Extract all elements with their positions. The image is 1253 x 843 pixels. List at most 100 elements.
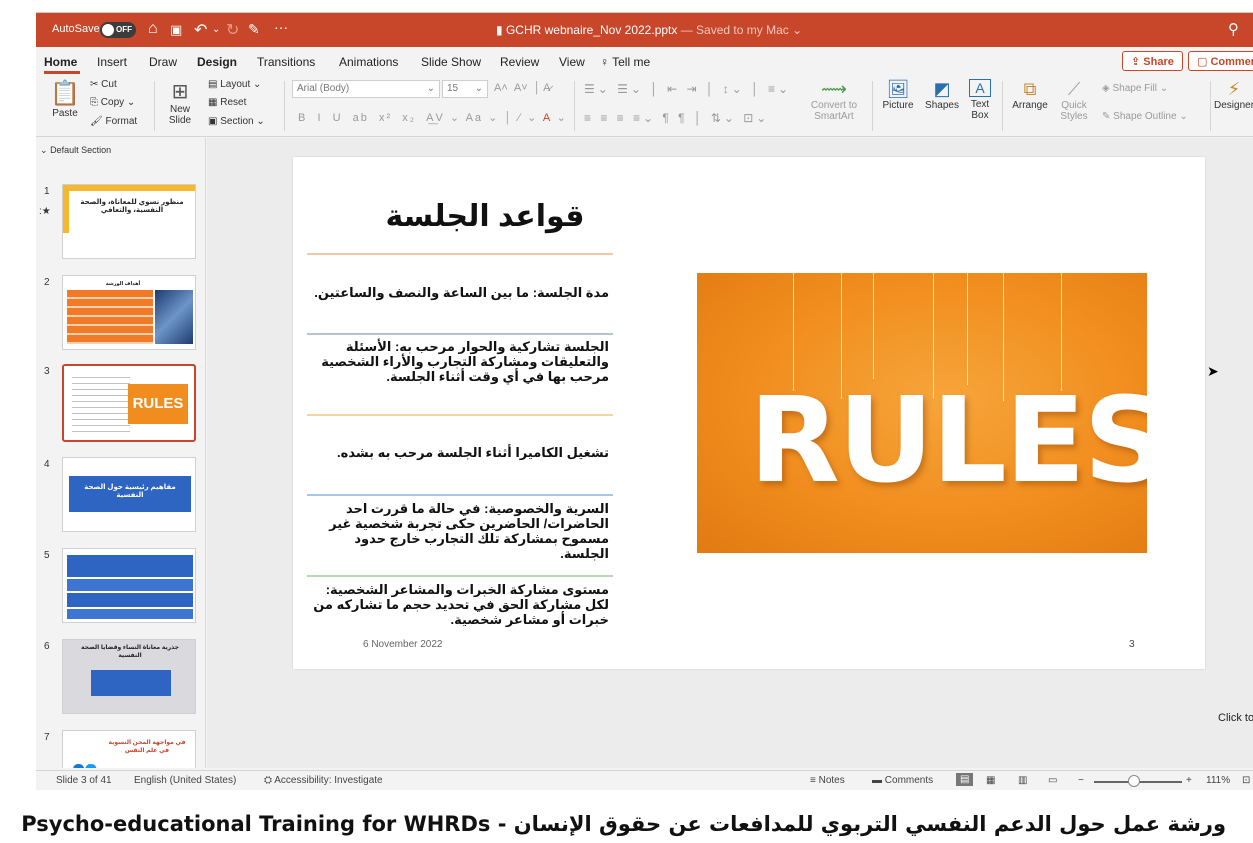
picture-button[interactable]: 🖼 Picture — [878, 79, 918, 111]
ppt-file-icon: ▮ — [496, 23, 503, 37]
zoom-slider-handle[interactable] — [1128, 775, 1140, 787]
comments-status-button[interactable]: ▬ Comments — [872, 775, 933, 786]
tab-design[interactable]: Design — [197, 55, 237, 69]
accessibility-status[interactable]: ⛭ Accessibility: Investigate — [264, 775, 383, 786]
accessibility-icon: ⛭ — [264, 775, 272, 786]
slide-thumbnail-5[interactable] — [62, 548, 196, 623]
star-icon: :★ — [39, 206, 51, 217]
autosave-label: AutoSave — [52, 23, 100, 35]
copy-button[interactable]: ⎘ Copy ⌄ — [90, 97, 135, 108]
rules-image[interactable]: RULES — [697, 273, 1147, 553]
clipboard-icon: 📋 — [50, 80, 80, 107]
comments-button[interactable]: ▢ Commer — [1188, 51, 1253, 71]
shape-outline-button[interactable]: ✎ Shape Outline ⌄ — [1102, 111, 1188, 122]
slide-3[interactable]: قواعد الجلسة مدة الجلسة: ما بين الساعة و… — [293, 157, 1205, 669]
zoom-in-button[interactable]: + — [1186, 775, 1192, 786]
quick-styles-button[interactable]: ⟋ Quick Styles — [1054, 79, 1094, 122]
slide-page-number: 3 — [1129, 639, 1135, 650]
people-icon: 👥 — [71, 759, 98, 768]
divider — [307, 494, 613, 496]
more-icon[interactable]: ··· — [274, 19, 288, 35]
edit-icon[interactable]: ✎ — [248, 21, 260, 38]
document-name: GCHR webnaire_Nov 2022.pptx — [505, 23, 678, 37]
rule-5[interactable]: مستوى مشاركة الخبرات والمشاعر الشخصية: ل… — [307, 582, 609, 627]
slide-thumbnail-2[interactable]: أهداف الورشة — [62, 275, 196, 350]
tab-transitions[interactable]: Transitions — [257, 55, 315, 69]
tab-view[interactable]: View — [559, 55, 585, 69]
section-header[interactable]: ⌄ Default Section — [40, 145, 111, 156]
notes-placeholder[interactable]: Click to add no — [1218, 712, 1253, 724]
shape-fill-button[interactable]: ◈ Shape Fill ⌄ — [1102, 83, 1168, 94]
cut-button[interactable]: ✂ Cut — [90, 79, 117, 90]
tab-home[interactable]: Home — [44, 55, 77, 69]
new-slide-button[interactable]: ⊞ New Slide — [162, 79, 198, 126]
notes-button[interactable]: ≡ Notes — [810, 775, 845, 786]
reset-button[interactable]: ▦ Reset — [208, 97, 246, 108]
zoom-out-button[interactable]: − — [1078, 775, 1084, 786]
slide-title[interactable]: قواعد الجلسة — [385, 199, 585, 234]
slide-date: 6 November 2022 — [363, 639, 443, 650]
text-box-button[interactable]: A Text Box — [964, 79, 996, 121]
presenter-view-button[interactable]: ▭ — [1048, 775, 1057, 786]
active-tab-indicator — [44, 71, 80, 74]
chevron-down-icon[interactable]: ⌄ — [212, 24, 220, 35]
tab-slide-show[interactable]: Slide Show — [421, 55, 481, 69]
brush-icon: 🖌 — [90, 116, 103, 127]
slide-thumbnail-1[interactable]: منظور نسوي للمعاناة، والصحة النفسية، وال… — [62, 184, 196, 259]
layout-button[interactable]: ▤ Layout ⌄ — [208, 79, 261, 90]
video-caption: ورشة عمل حول الدعم النفسي التربوي للمداف… — [21, 812, 1226, 836]
font-format-buttons[interactable]: B I U ab x² x₂ A͟V ⌄ Aa ⌄ │ ∕ ⌄ A ⌄ — [298, 111, 568, 124]
rule-1[interactable]: مدة الجلسة: ما بين الساعة والنصف والساعت… — [307, 285, 609, 300]
notes-icon: ≡ — [810, 775, 816, 786]
paste-button[interactable]: 📋 Paste — [48, 79, 82, 119]
format-painter-button[interactable]: 🖌 Format — [90, 116, 137, 127]
comment-icon: ▬ — [872, 775, 882, 786]
font-size-select[interactable]: 15 ⌄ — [442, 80, 488, 98]
pen-icon: ✎ — [1102, 111, 1111, 122]
autosave-toggle[interactable]: OFF — [100, 22, 136, 38]
font-name-select[interactable]: Arial (Body) ⌄ — [292, 80, 440, 98]
tab-animations[interactable]: Animations — [339, 55, 398, 69]
rules-word: RULES — [749, 371, 1147, 509]
slide-canvas: قواعد الجلسة مدة الجلسة: ما بين الساعة و… — [207, 138, 1253, 768]
rule-2[interactable]: الجلسة تشاركية والحوار مرحب به: الأسئلة … — [307, 339, 609, 384]
shapes-button[interactable]: ◩ Shapes — [922, 79, 962, 111]
font-grow-shrink[interactable]: A˄ A˅ │ A̷ — [494, 82, 550, 94]
section-button[interactable]: ▣ Section ⌄ — [208, 116, 265, 127]
tab-review[interactable]: Review — [500, 55, 539, 69]
arrange-icon: ⧉ — [1023, 79, 1037, 99]
save-icon[interactable]: ▣ — [170, 22, 182, 38]
shapes-icon: ◩ — [933, 79, 951, 99]
slide-thumbnail-4[interactable]: مفاهيم رئيسية حول الصحة النفسية — [62, 457, 196, 532]
undo-icon[interactable]: ↶ — [194, 20, 207, 40]
normal-view-button[interactable]: ▤ — [956, 773, 974, 786]
slide-count: Slide 3 of 41 — [56, 775, 112, 786]
arrange-button[interactable]: ⧉ Arrange — [1010, 79, 1050, 111]
tab-draw[interactable]: Draw — [149, 55, 177, 69]
designer-button[interactable]: ⚡ Designer — [1214, 79, 1253, 111]
fit-slide-icon[interactable]: ⊡ — [1242, 775, 1250, 786]
slide-thumbnail-6[interactable]: جذرية معاناة النساء وقضايا الصحة النفسية — [62, 639, 196, 714]
home-icon[interactable]: ⌂ — [148, 20, 158, 38]
slide-thumbnail-3-selected[interactable]: RULES — [62, 364, 196, 442]
search-icon[interactable]: ⚲ — [1228, 20, 1239, 38]
rule-4[interactable]: السرية والخصوصية: في حالة ما قررت احد ال… — [307, 501, 609, 561]
language[interactable]: English (United States) — [134, 775, 236, 786]
tab-tell-me[interactable]: ♀ Tell me — [600, 55, 650, 69]
alignment-buttons[interactable]: ≡ ≡ ≡ ≡⌄ ¶ ¶ │ ⇅⌄ ⊡⌄ — [584, 111, 769, 125]
rule-3[interactable]: تشغيل الكاميرا أثناء الجلسة مرحب به بشده… — [307, 445, 609, 460]
copy-icon: ⎘ — [90, 97, 98, 108]
tab-insert[interactable]: Insert — [97, 55, 127, 69]
title-bar: AutoSave OFF ⌂ ▣ ↶ ⌄ ↻ ✎ ··· ▮ GCHR webn… — [36, 13, 1253, 47]
document-title: ▮ GCHR webnaire_Nov 2022.pptx — Saved to… — [496, 23, 802, 37]
zoom-level[interactable]: 111% — [1206, 775, 1230, 786]
reading-view-button[interactable]: ▥ — [1018, 775, 1027, 786]
chevron-down-icon[interactable]: ⌄ — [792, 23, 802, 37]
list-buttons[interactable]: ☰⌄ ☰⌄ │ ⇤ ⇥ │ ↕⌄ │ ≡⌄ — [584, 82, 791, 96]
convert-smartart-button[interactable]: ⟿ Convert to SmartArt — [802, 79, 866, 122]
redo-icon[interactable]: ↻ — [226, 20, 239, 40]
share-button[interactable]: ⇪ Share — [1122, 51, 1183, 71]
slide-sorter-button[interactable]: ▦ — [986, 775, 995, 786]
slide-thumbnail-7[interactable]: في مواجهة المحن النسوية في علم النفس 👥 — [62, 730, 196, 768]
ribbon-tabs: Home Insert Draw Design Transitions Anim… — [36, 47, 1253, 75]
